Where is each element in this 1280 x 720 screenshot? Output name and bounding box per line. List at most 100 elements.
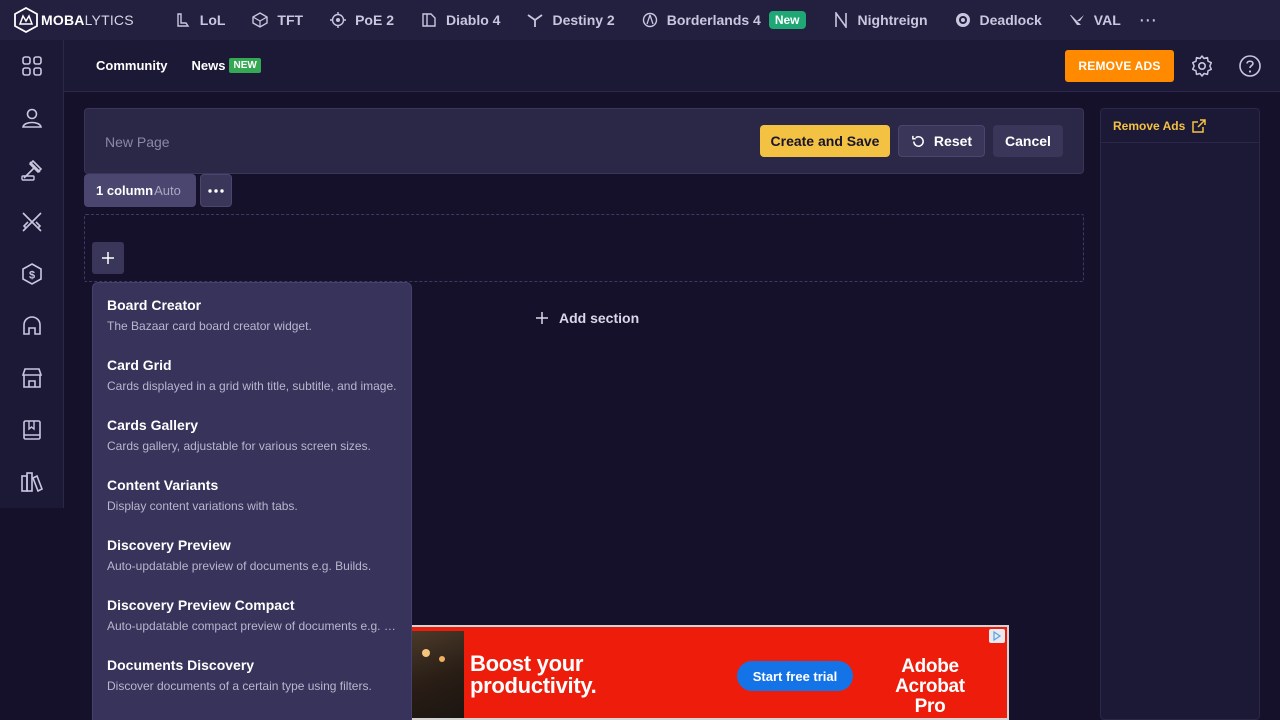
advertisement-banner[interactable]: Boost your productivity. Start free tria… [410, 625, 1009, 720]
ad-choices-icon[interactable] [989, 629, 1005, 643]
widget-option-documents-discovery[interactable]: Documents Discovery Discover documents o… [93, 643, 411, 703]
nav-game-nightreign[interactable]: Nightreign [818, 0, 940, 40]
column-options-button[interactable] [200, 174, 232, 207]
widget-option-card-grid[interactable]: Card Grid Cards displayed in a grid with… [93, 343, 411, 403]
nav-game-label: VAL [1093, 12, 1121, 28]
nav-game-label: Deadlock [979, 12, 1042, 28]
widget-option-description: Display content variations with tabs. [107, 499, 298, 513]
nightreign-icon [834, 12, 847, 28]
nav-game-label: Nightreign [857, 12, 928, 28]
column-mode-label: Auto [154, 183, 181, 198]
widget-option-title: Discovery Preview [107, 537, 231, 553]
widget-option-discovery-preview-compact[interactable]: Discovery Preview Compact Auto-updatable… [93, 583, 411, 643]
widget-option-description: Auto-updatable preview of documents e.g.… [107, 559, 372, 573]
widget-option-board-creator[interactable]: Board Creator The Bazaar card board crea… [93, 283, 411, 343]
nav-game-destiny2[interactable]: Destiny 2 [512, 0, 626, 40]
profile-icon[interactable] [20, 106, 44, 130]
nav-game-poe2[interactable]: PoE 2 [315, 0, 406, 40]
plus-icon [102, 252, 114, 264]
crossed-swords-icon[interactable] [20, 210, 44, 234]
reset-button[interactable]: Reset [898, 125, 985, 157]
section-dropzone [84, 214, 1084, 282]
ad-brand-name: Adobe Acrobat Pro [895, 656, 965, 717]
mobalytics-logo[interactable]: MOBALYTICS [13, 7, 134, 33]
svg-text:$: $ [29, 270, 35, 282]
right-panel-header: Remove Ads [1101, 109, 1259, 143]
page-name-input[interactable] [105, 131, 505, 153]
reset-icon [912, 135, 924, 147]
nav-game-label: Diablo 4 [445, 12, 501, 28]
library-icon[interactable] [20, 470, 44, 494]
settings-gear-icon[interactable] [1190, 54, 1214, 78]
new-badge: New [768, 11, 806, 29]
deadlock-icon [955, 13, 970, 27]
widget-option-discovery-preview[interactable]: Discovery Preview Auto-updatable preview… [93, 523, 411, 583]
store-icon[interactable] [20, 366, 44, 390]
widget-option-description: Cards gallery, adjustable for various sc… [107, 439, 371, 453]
widget-option-cards-gallery[interactable]: Cards Gallery Cards gallery, adjustable … [93, 403, 411, 463]
nav-game-label: Borderlands 4 [666, 12, 761, 28]
destiny2-icon [527, 14, 543, 27]
create-and-save-button[interactable]: Create and Save [760, 125, 890, 157]
poe2-icon [330, 12, 347, 28]
book-icon[interactable] [20, 418, 44, 442]
nav-game-lol[interactable]: LoL [160, 0, 238, 40]
cancel-button[interactable]: Cancel [993, 125, 1063, 157]
community-link[interactable]: Community [96, 58, 168, 73]
nav-game-label: Destiny 2 [552, 12, 615, 28]
valorant-icon [1069, 15, 1084, 25]
top-navigation-bar: MOBALYTICS LoL TFT PoE 2 Diablo 4 Destin… [0, 0, 1280, 40]
brand-name: MOBALYTICS [41, 12, 134, 28]
widget-option-title: Board Creator [107, 297, 202, 313]
nav-game-tft[interactable]: TFT [237, 0, 315, 40]
nav-game-borderlands4[interactable]: Borderlands 4 New [627, 0, 818, 40]
column-layout-selector[interactable]: 1 column Auto [84, 174, 196, 207]
nav-game-diablo4[interactable]: Diablo 4 [406, 0, 512, 40]
page-editor-toolbar: Create and Save Reset Cancel [84, 108, 1084, 174]
widget-option-title: Card Grid [107, 357, 172, 373]
nav-game-label: PoE 2 [355, 12, 394, 28]
borderlands4-icon [642, 12, 657, 28]
plus-icon [536, 312, 548, 324]
widget-option-description: Discover documents of a certain type usi… [107, 679, 372, 693]
news-label: News [191, 58, 226, 73]
add-widget-button[interactable] [92, 242, 124, 274]
remove-ads-link-label: Remove Ads [1113, 118, 1186, 133]
helmet-icon[interactable] [20, 314, 44, 338]
tft-icon [252, 12, 269, 28]
more-horizontal-icon [208, 188, 224, 193]
remove-ads-button[interactable]: REMOVE ADS [1065, 50, 1174, 82]
mobalytics-logo-icon [14, 7, 38, 33]
ad-headline: Boost your productivity. [470, 651, 597, 698]
external-link-icon [1192, 118, 1206, 133]
right-ad-panel: Remove Ads [1100, 108, 1260, 720]
widget-option-description: The Bazaar card board creator widget. [107, 319, 312, 333]
ad-start-trial-button[interactable]: Start free trial [737, 661, 853, 691]
nav-game-label: TFT [277, 12, 304, 28]
widget-option-description: Auto-updatable compact preview of docume… [107, 619, 397, 633]
more-games-icon[interactable]: ⋯ [1139, 10, 1157, 31]
widget-picker-dropdown: Board Creator The Bazaar card board crea… [92, 282, 412, 720]
sidebar-footer-area [0, 508, 64, 720]
help-icon[interactable] [1238, 54, 1262, 78]
nav-game-valorant[interactable]: VAL [1054, 0, 1133, 40]
add-section-button[interactable]: Add section [535, 308, 639, 328]
diablo4-icon [422, 13, 436, 27]
sub-header: Community News NEW REMOVE ADS [64, 40, 1280, 92]
widget-option-content-variants[interactable]: Content Variants Display content variati… [93, 463, 411, 523]
left-sidebar: $ [0, 40, 64, 720]
nav-game-deadlock[interactable]: Deadlock [940, 0, 1054, 40]
coin-hexagon-icon[interactable]: $ [20, 262, 44, 286]
nav-game-label: LoL [199, 12, 226, 28]
widget-option-title: Content Variants [107, 477, 219, 493]
column-count-label: 1 column [96, 183, 154, 198]
widget-option-title: Discovery Preview Compact [107, 597, 295, 613]
reset-label: Reset [933, 133, 973, 149]
widget-option-title: Documents Discovery [107, 657, 255, 673]
news-link[interactable]: News NEW [192, 58, 261, 73]
news-new-badge: NEW [229, 58, 261, 73]
widget-option-title: Cards Gallery [107, 417, 199, 433]
remove-ads-link[interactable]: Remove Ads [1113, 119, 1206, 133]
apps-grid-icon[interactable] [20, 54, 44, 78]
hammer-icon[interactable] [20, 158, 44, 182]
